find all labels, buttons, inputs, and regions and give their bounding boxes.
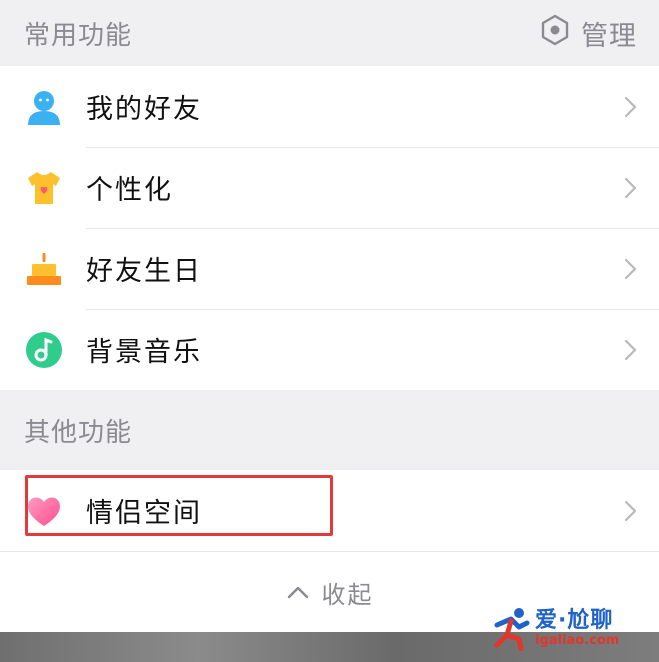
collapse-label: 收起 xyxy=(321,580,374,609)
chevron-right-icon xyxy=(623,257,639,281)
common-list: 我的好友 个性化 好友生日 背景音乐 xyxy=(0,66,659,390)
chevron-right-icon xyxy=(623,499,639,523)
list-item-label: 好友生日 xyxy=(86,256,202,287)
list-item-label: 个性化 xyxy=(86,175,173,206)
chevron-up-icon xyxy=(286,578,310,606)
manage-hexagon-icon xyxy=(539,14,571,53)
watermark-logo: 爱·尬聊 igaliao.com xyxy=(489,602,649,654)
list-item-my-friends[interactable]: 我的好友 xyxy=(0,66,659,147)
list-item-label: 背景音乐 xyxy=(86,337,202,368)
other-section-header: 其他功能 xyxy=(0,390,659,470)
other-section-title: 其他功能 xyxy=(24,417,133,448)
watermark-url: igaliao.com xyxy=(535,632,620,648)
list-item-background-music[interactable]: 背景音乐 xyxy=(0,309,659,390)
list-item-label: 情侣空间 xyxy=(86,498,202,529)
list-item-couple-space[interactable]: 情侣空间 xyxy=(0,470,659,551)
common-section-header: 常用功能 管理 xyxy=(0,0,659,66)
chevron-right-icon xyxy=(623,176,639,200)
manage-label: 管理 xyxy=(581,20,637,52)
common-section-title: 常用功能 xyxy=(24,20,133,51)
watermark-title: 爱·尬聊 xyxy=(535,607,614,633)
list-item-label: 我的好友 xyxy=(86,94,202,125)
tshirt-icon xyxy=(24,168,64,208)
manage-button[interactable]: 管理 xyxy=(539,14,637,53)
music-icon xyxy=(24,330,64,370)
friend-icon xyxy=(24,87,64,127)
birthday-cake-icon xyxy=(24,249,64,289)
list-item-personalize[interactable]: 个性化 xyxy=(0,147,659,228)
runner-logo-icon xyxy=(494,608,530,651)
chevron-right-icon xyxy=(623,338,639,362)
chevron-right-icon xyxy=(623,95,639,119)
other-list: 情侣空间 xyxy=(0,470,659,551)
list-item-friend-birthday[interactable]: 好友生日 xyxy=(0,228,659,309)
heart-icon xyxy=(24,491,64,531)
